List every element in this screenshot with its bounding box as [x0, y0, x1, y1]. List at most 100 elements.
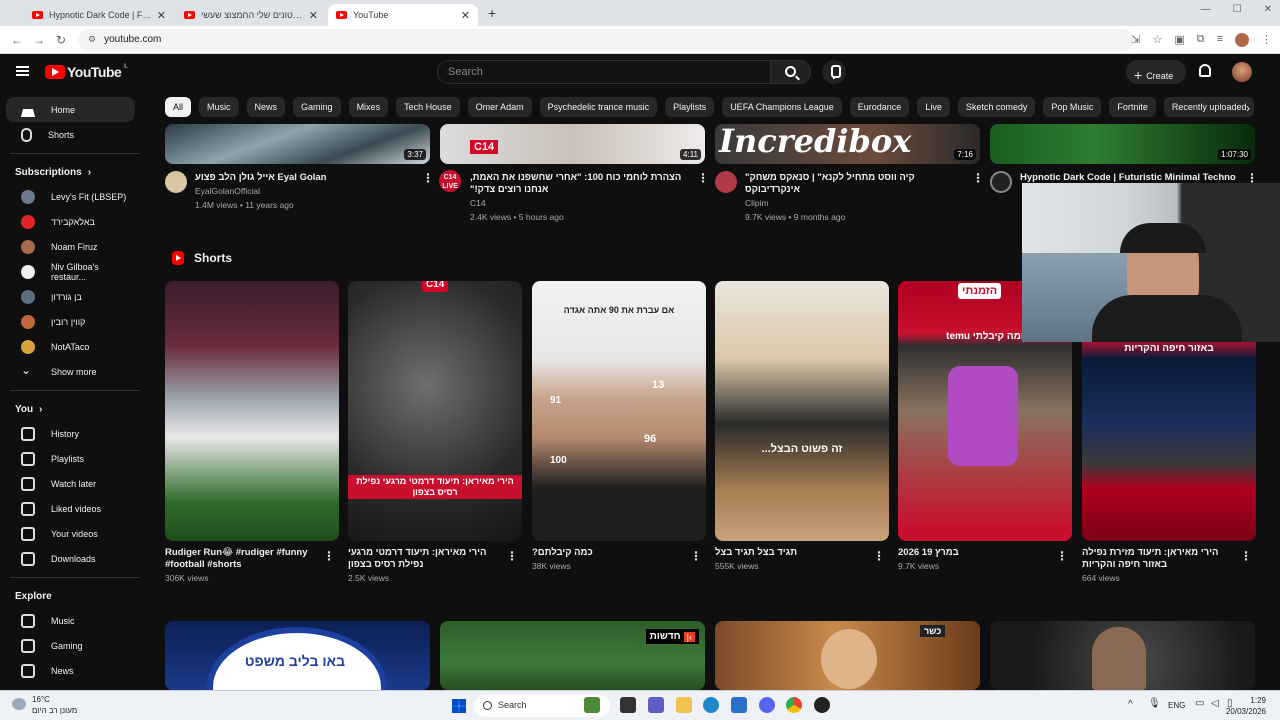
video-thumbnail[interactable]: C14 4:11 — [440, 124, 705, 164]
sidebar-item-your-videos[interactable]: Your videos — [6, 521, 135, 546]
sidebar-item-playlists[interactable]: Playlists — [6, 446, 135, 471]
sidebar-item-gaming[interactable]: Gaming — [6, 633, 135, 658]
short-thumbnail[interactable]: אם עברת את 90 אתה אגדה 13 91 96 100 — [532, 281, 706, 541]
short-title[interactable]: הירי מאיראן: תיעוד מזירת נפילה באזור חיפ… — [1082, 547, 1232, 571]
close-tab-icon[interactable]: ✕ — [309, 9, 318, 22]
short-thumbnail[interactable]: C14 הירי מאיראן: תיעוד דרמטי מרגעי נפילת… — [348, 281, 522, 541]
sidebar-item-subscription[interactable]: Niv Gilboa's restaur... — [6, 259, 135, 284]
more-options-icon[interactable]: ⋮ — [972, 171, 984, 185]
network-icon[interactable]: ▭ — [1195, 698, 1204, 709]
filter-chip[interactable]: News — [246, 97, 286, 117]
channel-avatar[interactable] — [990, 171, 1012, 193]
address-bar[interactable]: ⚙ youtube.com — [78, 28, 1134, 51]
filter-chip[interactable]: Psychedelic trance music — [539, 97, 658, 117]
reload-icon[interactable]: ↻ — [50, 33, 72, 47]
task-view-icon[interactable] — [620, 697, 636, 713]
minimize-icon[interactable]: — — [1201, 4, 1211, 15]
channel-name[interactable]: Clipim — [745, 196, 965, 210]
short-title[interactable]: כמה קיבלתם? — [532, 547, 682, 559]
sidebar-item-watch-later[interactable]: Watch later — [6, 471, 135, 496]
short-thumbnail[interactable]: זה פשוט הבצל... — [715, 281, 889, 541]
browser-tab[interactable]: הסרטונים שלי החמצוצ שעשי"✕ — [176, 4, 326, 26]
account-avatar[interactable] — [1232, 62, 1252, 82]
filter-chip[interactable]: Omer Adam — [467, 97, 532, 117]
sidebar-item-shorts[interactable]: Shorts — [6, 122, 135, 147]
short-title[interactable]: תגיד בצל תגיד בצל — [715, 547, 865, 559]
filter-chip[interactable]: Tech House — [396, 97, 460, 117]
short-thumbnail[interactable] — [165, 281, 339, 541]
video-title[interactable]: "קיה ווסט מתחיל לקנא" | סנאקס משחק אינקר… — [745, 172, 965, 196]
channel-name[interactable]: C14 — [470, 196, 690, 210]
chips-next-icon[interactable]: › — [1246, 101, 1250, 115]
youtube-logo[interactable]: YouTube IL — [45, 64, 128, 80]
sidebar-item-subscription[interactable]: Noam Firuz — [6, 234, 135, 259]
video-thumbnail[interactable]: 3:37 — [165, 124, 430, 164]
extensions-puzzle-icon[interactable]: ⧉ — [1197, 33, 1205, 47]
edge-icon[interactable] — [703, 697, 719, 713]
search-button[interactable] — [771, 60, 811, 84]
maximize-icon[interactable]: ☐ — [1233, 4, 1242, 15]
short-title[interactable]: במרץ 19 2026 — [898, 547, 1048, 559]
video-thumbnail[interactable]: Incredibox 7:16 — [715, 124, 980, 164]
more-options-icon[interactable]: ⋮ — [873, 549, 885, 563]
video-title[interactable]: הצהרת לוחמי כוח 100: "אחרי שחשפנו את האמ… — [470, 172, 690, 196]
more-options-icon[interactable]: ⋮ — [1056, 549, 1068, 563]
filter-chip[interactable]: Playlists — [665, 97, 715, 117]
video-thumbnail[interactable] — [990, 621, 1255, 690]
video-title[interactable]: אייל גולן הלב פצוע Eyal Golan — [195, 172, 415, 184]
sidebar-item-liked[interactable]: Liked videos — [6, 496, 135, 521]
channel-avatar[interactable] — [165, 171, 187, 193]
windows-start-icon[interactable] — [452, 699, 466, 713]
new-tab-icon[interactable]: + — [488, 5, 496, 21]
filter-chip[interactable]: All — [165, 97, 192, 117]
video-thumbnail[interactable]: כשר — [715, 621, 980, 690]
filter-chip[interactable]: Pop Music — [1043, 97, 1102, 117]
extension-icon[interactable]: ▣ — [1174, 33, 1184, 47]
sidebar-item-home[interactable]: Home — [6, 97, 135, 122]
short-title[interactable]: הירי מאיראן: תיעוד דרמטי מרגעי נפילת רסי… — [348, 547, 498, 571]
filter-chip[interactable]: UEFA Champions League — [722, 97, 842, 117]
channel-name[interactable]: EyalGolanOfficial — [195, 184, 415, 198]
browser-profile-avatar[interactable] — [1235, 33, 1249, 47]
system-clock[interactable]: 1:29 20/03/2026 — [1226, 695, 1266, 717]
close-tab-icon[interactable]: ✕ — [461, 9, 470, 22]
voice-search-icon[interactable] — [822, 60, 846, 84]
sidebar-item-history[interactable]: History — [6, 421, 135, 446]
language-indicator[interactable]: ENG — [1168, 701, 1185, 710]
filter-chip[interactable]: Sketch comedy — [957, 97, 1036, 117]
guide-menu-icon[interactable] — [16, 66, 29, 76]
filter-chip[interactable]: Fortnite — [1109, 97, 1156, 117]
video-thumbnail[interactable]: 1:07:30 — [990, 124, 1255, 164]
show-more-button[interactable]: ⌄ Show more — [6, 359, 135, 384]
reading-list-icon[interactable]: ≡ — [1217, 33, 1223, 47]
more-options-icon[interactable]: ⋮ — [690, 549, 702, 563]
channel-avatar[interactable] — [715, 171, 737, 193]
close-window-icon[interactable]: ✕ — [1264, 4, 1272, 15]
sidebar-item-subscription[interactable]: בן גורדון — [6, 284, 135, 309]
widgets-icon[interactable] — [584, 697, 600, 713]
sidebar-item-news[interactable]: News — [6, 658, 135, 683]
sidebar-item-music[interactable]: Music — [6, 608, 135, 633]
more-options-icon[interactable]: ⋮ — [422, 171, 434, 185]
mic-tray-icon[interactable]: 🎙 — [1148, 698, 1161, 709]
close-tab-icon[interactable]: ✕ — [157, 9, 166, 22]
install-icon[interactable]: ⇲ — [1131, 33, 1140, 47]
video-thumbnail[interactable]: באו בליב משפט — [165, 621, 430, 690]
more-options-icon[interactable]: ⋮ — [697, 171, 709, 185]
notifications-bell-icon[interactable] — [1199, 64, 1211, 77]
weather-icon[interactable] — [12, 698, 26, 710]
more-options-icon[interactable]: ⋮ — [1240, 549, 1252, 563]
store-icon[interactable] — [731, 697, 747, 713]
teams-icon[interactable] — [648, 697, 664, 713]
forward-icon[interactable]: → — [28, 33, 50, 47]
app-icon[interactable] — [814, 697, 830, 713]
chrome-icon[interactable] — [786, 697, 802, 713]
filter-chip[interactable]: Gaming — [293, 97, 341, 117]
filter-chip[interactable]: Music — [199, 97, 239, 117]
sidebar-item-subscription[interactable]: קווין רובין — [6, 309, 135, 334]
channel-avatar[interactable]: C14 LIVE — [439, 170, 461, 192]
more-options-icon[interactable]: ⋮ — [323, 549, 335, 563]
sidebar-item-downloads[interactable]: Downloads — [6, 546, 135, 571]
filter-chip[interactable]: Mixes — [348, 97, 389, 117]
filter-chip[interactable]: Live — [917, 97, 950, 117]
